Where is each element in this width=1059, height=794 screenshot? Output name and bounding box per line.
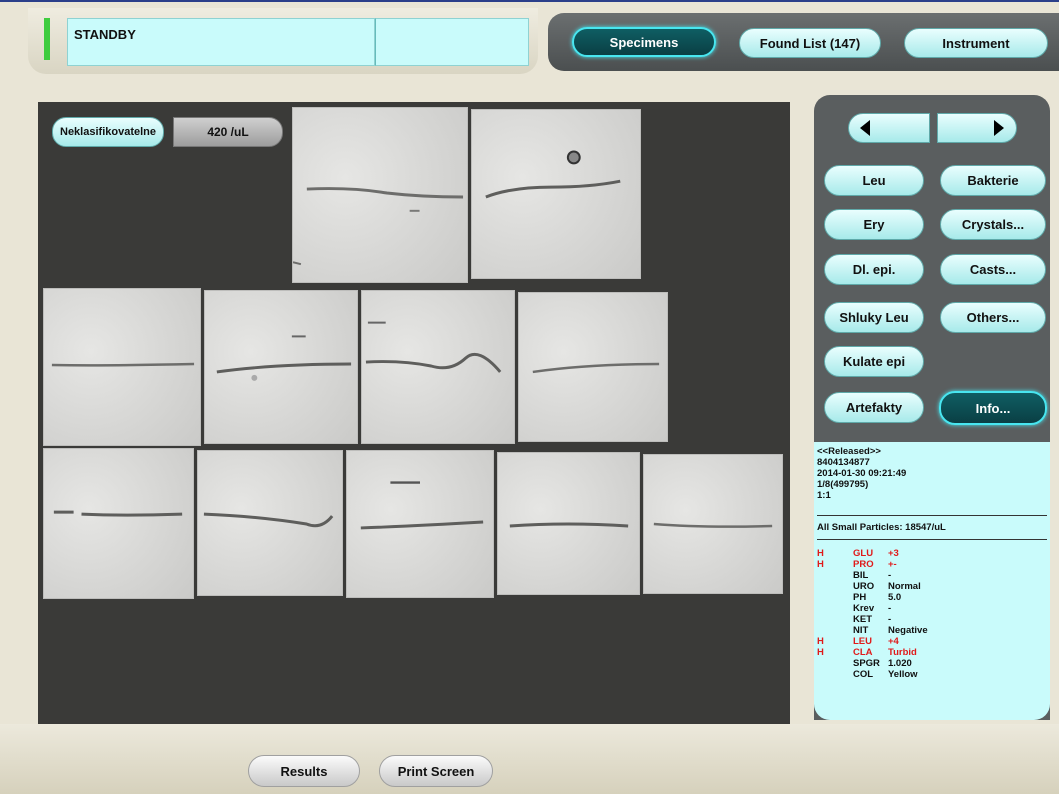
- chem-name: PRO: [853, 559, 874, 570]
- sample-id: 8404134877: [817, 457, 870, 468]
- chem-name: LEU: [853, 636, 872, 647]
- arrow-right-icon: [994, 120, 1004, 136]
- small-particles-count: All Small Particles: 18547/uL: [817, 522, 946, 533]
- particle-image[interactable]: [361, 290, 515, 444]
- chem-value: +3: [888, 548, 899, 559]
- chem-row: H PRO +-: [817, 559, 1047, 570]
- chem-row: COL Yellow: [817, 669, 1047, 680]
- category-dl-epi-button[interactable]: Dl. epi.: [824, 254, 924, 285]
- particle-image[interactable]: [43, 288, 201, 446]
- chem-row: H GLU +3: [817, 548, 1047, 559]
- results-button[interactable]: Results: [248, 755, 360, 787]
- window-top-border: [0, 0, 1059, 2]
- particle-image[interactable]: [471, 109, 641, 279]
- divider: [817, 515, 1047, 516]
- status-text: STANDBY: [74, 27, 136, 42]
- chem-name: KET: [853, 614, 872, 625]
- particle-image[interactable]: [643, 454, 783, 594]
- chem-name: CLA: [853, 647, 873, 658]
- particle-image[interactable]: [43, 448, 194, 599]
- chem-value: +-: [888, 559, 897, 570]
- chem-row: URO Normal: [817, 581, 1047, 592]
- chem-value: Turbid: [888, 647, 917, 658]
- chem-value: -: [888, 603, 892, 614]
- chem-row: H CLA Turbid: [817, 647, 1047, 658]
- chem-value: -: [888, 570, 892, 581]
- category-crystals-button[interactable]: Crystals...: [940, 209, 1046, 240]
- particle-image[interactable]: [518, 292, 668, 442]
- category-leu-button[interactable]: Leu: [824, 165, 924, 196]
- chem-row: SPGR 1.020: [817, 658, 1047, 669]
- chem-value: 5.0: [888, 592, 902, 603]
- next-button[interactable]: [937, 113, 1017, 143]
- status-field-secondary: [375, 18, 529, 66]
- arrow-left-icon: [860, 120, 870, 136]
- tab-instrument[interactable]: Instrument: [904, 28, 1048, 58]
- particle-image[interactable]: [497, 452, 640, 595]
- chem-row: BIL -: [817, 570, 1047, 581]
- chem-flag: H: [817, 559, 824, 570]
- bottom-toolbar: [0, 724, 1059, 794]
- analysis-datetime: 2014-01-30 09:21:49: [817, 468, 907, 479]
- specimen-info-panel: <<Released>> 8404134877 2014-01-30 09:21…: [814, 442, 1050, 720]
- category-bakterie-button[interactable]: Bakterie: [940, 165, 1046, 196]
- chem-value: +4: [888, 636, 899, 647]
- chem-row: Krev -: [817, 603, 1047, 614]
- category-others-button[interactable]: Others...: [940, 302, 1046, 333]
- info-button[interactable]: Info...: [939, 391, 1047, 425]
- status-indicator: [44, 18, 50, 60]
- particle-count: 420 /uL: [173, 117, 283, 147]
- previous-button[interactable]: [848, 113, 930, 143]
- particle-image[interactable]: [204, 290, 358, 444]
- particle-image[interactable]: [292, 107, 468, 283]
- chem-row: KET -: [817, 614, 1047, 625]
- print-screen-button[interactable]: Print Screen: [379, 755, 493, 787]
- category-casts-button[interactable]: Casts...: [940, 254, 1046, 285]
- chem-name: NIT: [853, 625, 869, 636]
- chem-row: H LEU +4: [817, 636, 1047, 647]
- chem-value: Normal: [888, 581, 921, 592]
- category-ery-button[interactable]: Ery: [824, 209, 924, 240]
- particle-image[interactable]: [346, 450, 494, 598]
- chem-name: SPGR: [853, 658, 880, 669]
- tab-found-list[interactable]: Found List (147): [739, 28, 881, 58]
- category-kulate-epi-button[interactable]: Kulate epi: [824, 346, 924, 377]
- particle-image[interactable]: [197, 450, 343, 596]
- particle-class-button[interactable]: Neklasifikovatelne: [52, 117, 164, 147]
- chem-name: GLU: [853, 548, 874, 559]
- chem-name: COL: [853, 669, 874, 680]
- chem-name: Krev: [853, 603, 875, 614]
- category-shluky-leu-button[interactable]: Shluky Leu: [824, 302, 924, 333]
- chem-value: Negative: [888, 625, 928, 636]
- dilution: 1:1: [817, 490, 831, 501]
- chem-flag: H: [817, 548, 824, 559]
- divider: [817, 539, 1047, 540]
- chem-name: PH: [853, 592, 867, 603]
- release-status: <<Released>>: [817, 446, 881, 457]
- chem-name: URO: [853, 581, 875, 592]
- chem-value: -: [888, 614, 892, 625]
- tab-specimens[interactable]: Specimens: [572, 27, 716, 57]
- chem-row: PH 5.0: [817, 592, 1047, 603]
- chem-value: 1.020: [888, 658, 912, 669]
- chem-value: Yellow: [888, 669, 918, 680]
- chem-flag: H: [817, 636, 824, 647]
- category-artefakty-button[interactable]: Artefakty: [824, 392, 924, 423]
- chem-row: NIT Negative: [817, 625, 1047, 636]
- chem-flag: H: [817, 647, 824, 658]
- rack-position: 1/8(499795): [817, 479, 869, 490]
- status-field: STANDBY: [67, 18, 375, 66]
- chem-name: BIL: [853, 570, 869, 581]
